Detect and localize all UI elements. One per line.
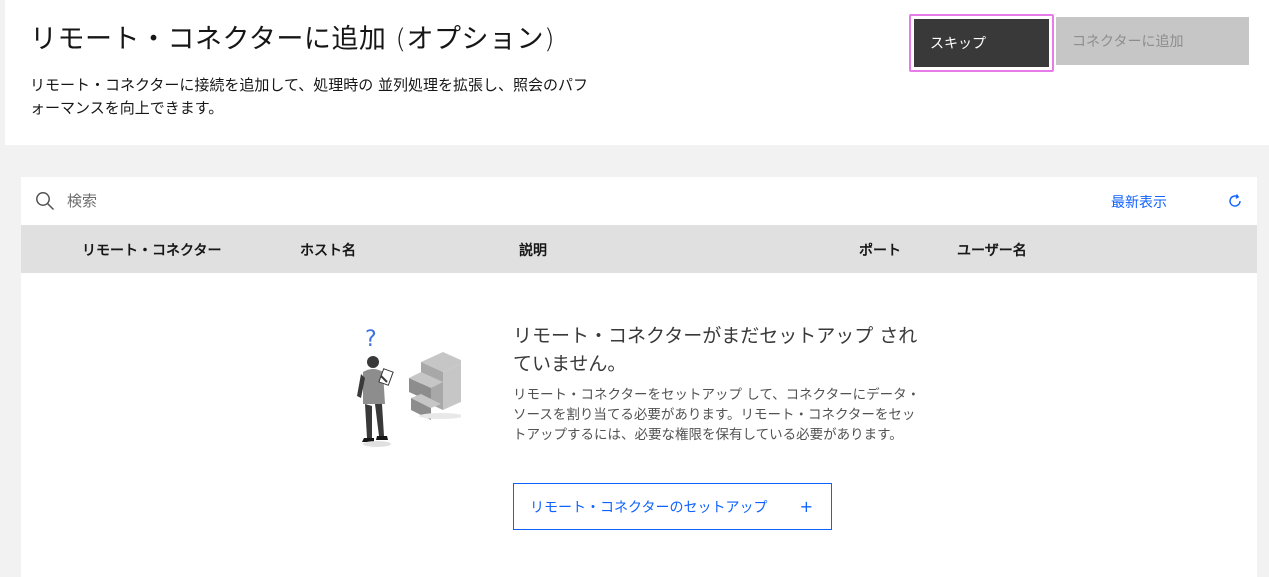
page-description: リモート・コネクターに接続を追加して、処理時の 並列処理を拡張し、照会のパフォー… [30,76,588,117]
plus-icon: + [799,497,813,516]
skip-button-focus-ring: スキップ [909,14,1054,72]
add-to-connector-button[interactable]: コネクターに追加 [1056,17,1249,65]
skip-button[interactable]: スキップ [914,19,1049,67]
page-title: リモート・コネクターに追加 (オプション) [30,24,556,55]
column-header-hostname[interactable]: ホスト名 [300,240,356,260]
setup-button-label: リモート・コネクターのセットアップ [530,499,768,516]
column-header-description[interactable]: 説明 [519,240,547,260]
column-header-remote-connector[interactable]: リモート・コネクター [82,240,221,260]
search-input[interactable] [67,187,667,215]
empty-state-body: リモート・コネクターをセットアップ して、コネクターにデータ・ソースを割り当てる… [513,387,921,443]
empty-state-title: リモート・コネクターがまだセットアップ されていません。 [513,325,918,375]
empty-state-illustration: ? [357,327,461,447]
table-header: リモート・コネクター ホスト名 説明 ポート ユーザー名 [21,225,1257,273]
column-header-username[interactable]: ユーザー名 [957,240,1027,260]
refresh-link[interactable]: 最新表示 [1111,192,1167,212]
svg-text:?: ? [365,327,377,352]
column-header-port[interactable]: ポート [859,240,901,260]
setup-remote-connector-button[interactable]: リモート・コネクターのセットアップ + [513,483,832,530]
refresh-icon[interactable] [1227,193,1243,209]
search-icon [36,192,55,211]
table-toolbar: 最新表示 [21,177,1257,225]
connector-table-panel: 最新表示 リモート・コネクター ホスト名 説明 ポート ユーザー名 ? [21,177,1257,577]
